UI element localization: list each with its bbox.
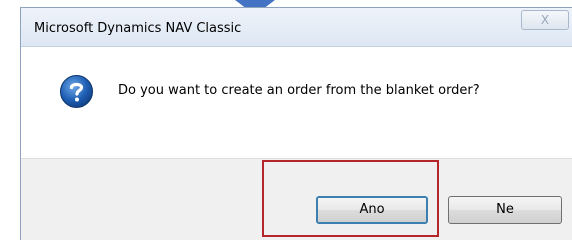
yes-button[interactable]: Ano xyxy=(316,196,428,224)
close-icon: X xyxy=(540,13,550,27)
close-button[interactable]: X xyxy=(521,10,569,30)
confirm-dialog: Microsoft Dynamics NAV Classic X Do you … xyxy=(20,7,572,240)
question-icon xyxy=(60,75,93,108)
screenshot-stage: Microsoft Dynamics NAV Classic X Do you … xyxy=(0,0,572,240)
dialog-titlebar: Microsoft Dynamics NAV Classic X xyxy=(21,8,572,47)
no-button[interactable]: Ne xyxy=(448,196,562,224)
dialog-message: Do you want to create an order from the … xyxy=(118,83,480,98)
dialog-button-bar: Ano Ne xyxy=(21,158,572,240)
dialog-title: Microsoft Dynamics NAV Classic xyxy=(34,21,242,36)
dialog-body: Do you want to create an order from the … xyxy=(21,47,572,158)
